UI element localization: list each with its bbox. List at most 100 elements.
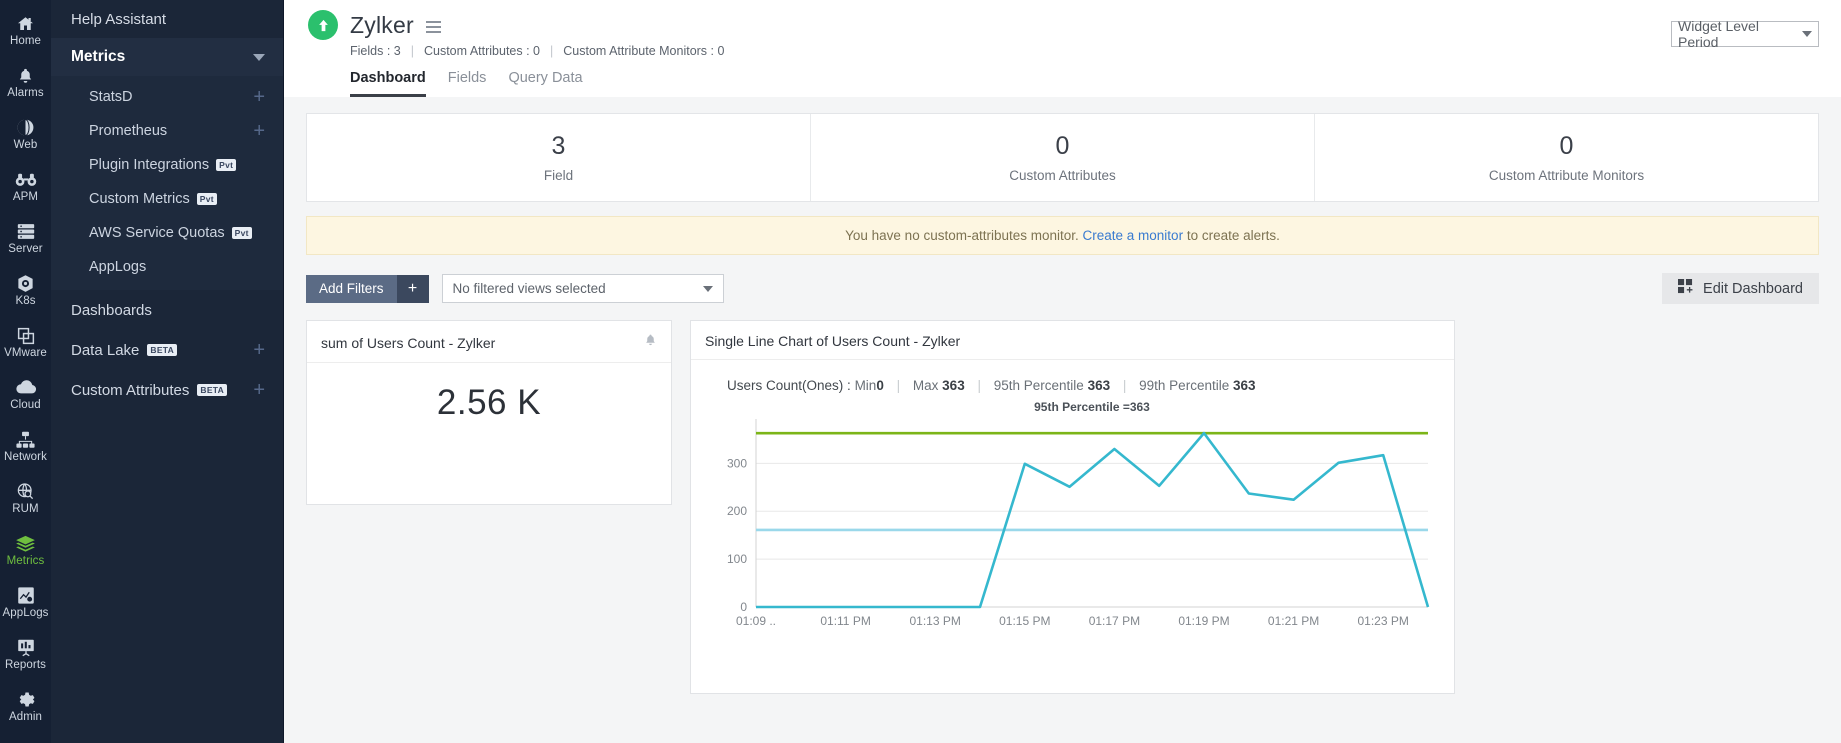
help-assistant-link[interactable]: Help Assistant [51,0,283,38]
add-icon[interactable]: + [253,340,265,360]
rail-label: K8s [15,295,35,307]
stat-value: 3 [307,130,810,162]
stat-label: Field [307,168,810,183]
add-filters-button[interactable]: Add Filters + [306,275,429,303]
sidebar-item-aws-service-quotas[interactable]: AWS Service Quotas Pvt [51,216,283,250]
rail-label: Cloud [10,399,41,411]
sidebar-item-label: AWS Service Quotas [89,225,225,241]
rail-item-network[interactable]: Network [0,420,51,472]
rail-item-cloud[interactable]: Cloud [0,368,51,420]
binoculars-icon [15,170,37,190]
nav-group-label: Metrics [71,48,125,66]
legend-min-key: Min [855,378,877,393]
rail-label: Admin [9,711,42,723]
dashboard-body: 3 Field 0 Custom Attributes 0 Custom Att… [284,97,1841,694]
presentation-icon [17,638,35,658]
tab-dashboard[interactable]: Dashboard [350,70,426,97]
widget-level-period-select[interactable]: Widget Level Period [1671,21,1819,47]
log-chart-icon [17,586,35,606]
svg-text:01:09 ..: 01:09 .. [736,614,776,628]
sidebar-item-statsd[interactable]: StatsD + [51,80,283,114]
sidebar-item-label: Dashboards [71,302,152,319]
meta-fields: Fields : 3 [350,44,401,58]
filter-toolbar: Add Filters + No filtered views selected… [306,273,1819,304]
add-icon[interactable]: + [253,87,265,107]
plus-icon: + [397,275,429,303]
bell-icon[interactable] [644,333,657,352]
edit-dashboard-button[interactable]: Edit Dashboard [1662,273,1819,304]
legend-divider: | [897,378,901,393]
sidebar-item-label: Plugin Integrations [89,157,209,173]
rail-item-web[interactable]: Web [0,108,51,160]
chart-container: 95th Percentile =363010020030001:09 ..01… [691,393,1454,647]
page-header: Zylker Fields : 3 | Custom Attributes : … [284,0,1841,97]
app-root: Home Alarms Web APM Server K8s VMware C [0,0,1841,743]
svg-text:01:23 PM: 01:23 PM [1358,614,1409,628]
sidebar-item-label: Custom Metrics [89,191,190,207]
sidebar-item-applogs[interactable]: AppLogs [51,250,283,284]
rail-item-home[interactable]: Home [0,4,51,56]
legend-series-name: Users Count(Ones) : [727,378,851,393]
stat-label: Custom Attribute Monitors [1315,168,1818,183]
menu-icon[interactable] [426,21,441,33]
sidebar-item-plugin-integrations[interactable]: Plugin Integrations Pvt [51,148,283,182]
summary-stats: 3 Field 0 Custom Attributes 0 Custom Att… [306,113,1819,202]
sidebar-item-data-lake[interactable]: Data Lake BETA + [51,330,283,370]
legend-max-value: 363 [942,378,965,393]
sidebar-item-custom-metrics[interactable]: Custom Metrics Pvt [51,182,283,216]
legend-divider: | [1123,378,1127,393]
rail-label: Alarms [7,87,43,99]
app-logo-icon [308,10,338,40]
line-chart-svg[interactable]: 95th Percentile =363010020030001:09 ..01… [701,397,1446,647]
sidebar-item-custom-attributes[interactable]: Custom Attributes BETA + [51,370,283,410]
globe-icon [16,118,35,138]
rail-item-alarms[interactable]: Alarms [0,56,51,108]
svg-text:200: 200 [727,504,747,518]
create-monitor-link[interactable]: Create a monitor [1083,228,1184,243]
chevron-down-icon [253,54,265,61]
stat-custom-attributes: 0 Custom Attributes [811,114,1315,201]
main-content: Zylker Fields : 3 | Custom Attributes : … [284,0,1841,743]
legend-min-value: 0 [876,378,884,393]
dashboard-grid-icon [1678,279,1693,298]
rail-item-reports[interactable]: Reports [0,628,51,680]
add-icon[interactable]: + [253,121,265,141]
beta-badge: BETA [197,384,227,396]
sidebar-item-label: Prometheus [89,123,167,139]
filtered-views-select[interactable]: No filtered views selected [442,274,724,303]
rail-item-applogs[interactable]: AppLogs [0,576,51,628]
svg-text:01:21 PM: 01:21 PM [1268,614,1319,628]
stat-value: 0 [811,130,1314,162]
tab-fields[interactable]: Fields [448,70,487,97]
rail-label: Home [10,35,41,47]
widget-value: 2.56 K [307,363,671,423]
rail-item-server[interactable]: Server [0,212,51,264]
sidebar-item-label: StatsD [89,89,133,105]
widget-level-period-value: Widget Level Period [1678,18,1802,50]
nav-group-metrics[interactable]: Metrics [51,38,283,76]
widget-sum-users-count: sum of Users Count - Zylker 2.56 K [306,320,672,505]
rail-label: Server [8,243,42,255]
meta-divider: | [411,44,414,58]
tab-query-data[interactable]: Query Data [508,70,582,97]
alert-prefix-text: You have no custom-attributes monitor. [845,228,1082,243]
add-icon[interactable]: + [253,380,265,400]
rail-item-rum[interactable]: RUM [0,472,51,524]
private-badge: Pvt [216,159,236,171]
sidebar-item-prometheus[interactable]: Prometheus + [51,114,283,148]
svg-text:01:13 PM: 01:13 PM [910,614,961,628]
rail-item-metrics[interactable]: Metrics [0,524,51,576]
rail-item-k8s[interactable]: K8s [0,264,51,316]
meta-divider: | [550,44,553,58]
meta-custom-attribute-monitors: Custom Attribute Monitors : 0 [563,44,724,58]
primary-icon-rail: Home Alarms Web APM Server K8s VMware C [0,0,51,743]
network-icon [16,430,35,450]
cloud-icon [15,378,37,398]
sidebar-item-dashboards[interactable]: Dashboards [51,290,283,330]
legend-max-key: Max [913,378,939,393]
rail-item-vmware[interactable]: VMware [0,316,51,368]
rail-item-apm[interactable]: APM [0,160,51,212]
rail-item-admin[interactable]: Admin [0,680,51,732]
rail-label: APM [13,191,38,203]
svg-text:01:11 PM: 01:11 PM [820,614,870,628]
